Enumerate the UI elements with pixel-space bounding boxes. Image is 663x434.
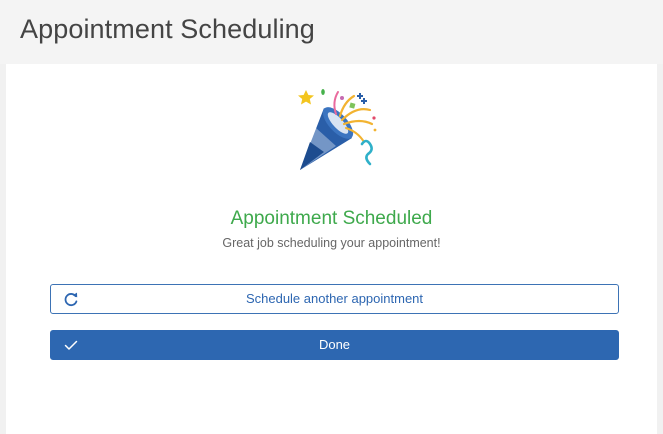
page-header: Appointment Scheduling bbox=[0, 0, 663, 64]
schedule-another-label: Schedule another appointment bbox=[245, 291, 424, 306]
done-label: Done bbox=[318, 337, 351, 352]
confirmation-card: Appointment Scheduled Great job scheduli… bbox=[6, 64, 657, 434]
refresh-icon bbox=[64, 292, 78, 307]
confirmation-subtitle: Great job scheduling your appointment! bbox=[222, 236, 441, 250]
party-popper-icon bbox=[298, 89, 377, 170]
page-title: Appointment Scheduling bbox=[20, 14, 315, 44]
done-button[interactable]: Done bbox=[50, 330, 619, 360]
confirmation-title: Appointment Scheduled bbox=[230, 208, 433, 229]
schedule-another-button[interactable]: Schedule another appointment bbox=[50, 284, 619, 314]
checkmark-icon bbox=[64, 340, 78, 350]
